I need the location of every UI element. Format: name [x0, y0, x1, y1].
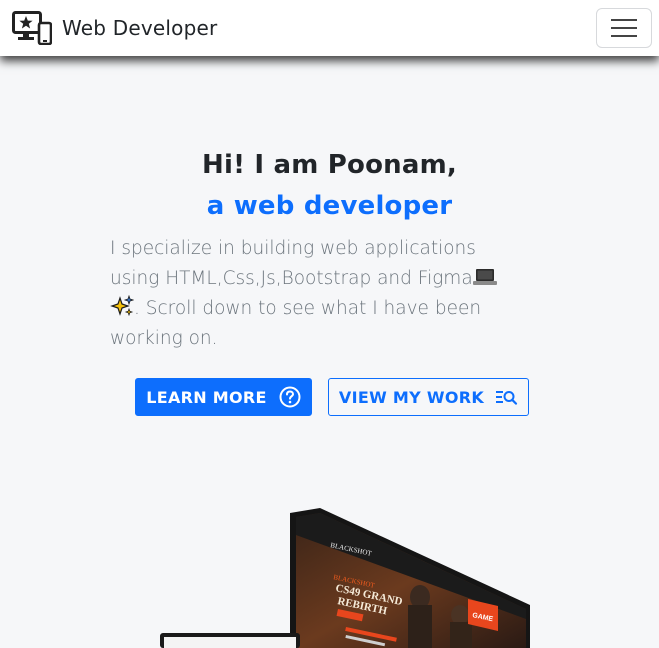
question-circle-icon — [279, 386, 301, 408]
hamburger-menu-icon — [611, 19, 637, 21]
brand-name: Web Developer — [62, 16, 218, 40]
desc-line-2: using HTML,Css,Js,Bootstrap and Figma — [110, 268, 473, 289]
sparkles-icon — [110, 295, 134, 317]
learn-more-button[interactable]: LEARN MORE — [135, 378, 312, 416]
hamburger-menu-button[interactable] — [596, 8, 652, 48]
view-my-work-label: VIEW MY WORK — [338, 387, 485, 407]
laptop-icon — [472, 269, 497, 285]
hero-greeting: Hi! I am Poonam, — [202, 150, 457, 180]
hero-description: I specialize in building web application… — [110, 234, 550, 354]
learn-more-label: LEARN MORE — [146, 387, 267, 407]
desc-line-4: working on. — [110, 328, 218, 349]
navbar: Web Developer — [0, 0, 659, 56]
desc-line-3: . Scroll down to see what I have been — [134, 298, 482, 319]
navbar-brand[interactable]: Web Developer — [12, 11, 217, 45]
view-my-work-button[interactable]: VIEW MY WORK — [328, 378, 529, 416]
devices-mockup-image: BLACKSHOT BLACKSHOT CS49 GRAND REBIRTH G… — [160, 508, 530, 648]
hero-role: a web developer — [206, 191, 453, 221]
list-search-icon — [496, 391, 518, 405]
desc-line-1: I specialize in building web application… — [110, 238, 476, 259]
devices-star-icon — [12, 11, 52, 45]
